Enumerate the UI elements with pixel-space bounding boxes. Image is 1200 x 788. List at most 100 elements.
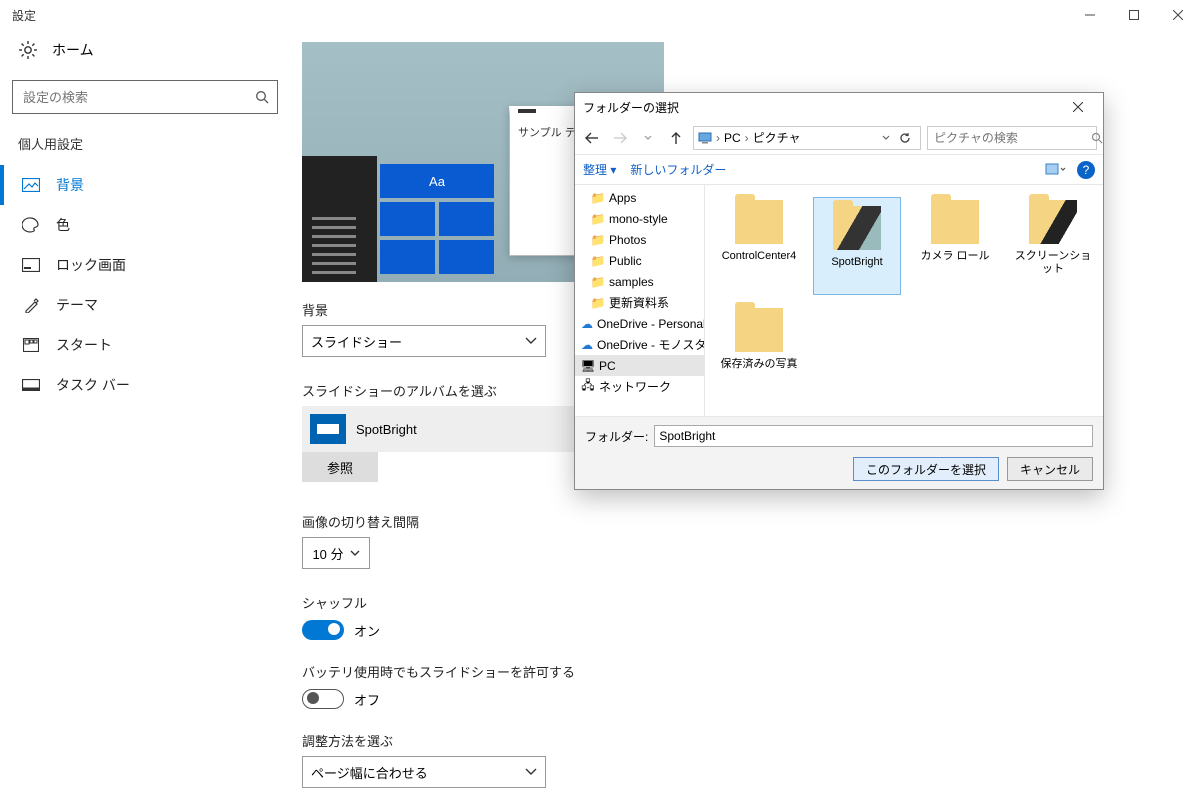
- sidebar-item-taskbar[interactable]: タスク バー: [0, 365, 290, 405]
- select-folder-button[interactable]: このフォルダーを選択: [853, 457, 999, 481]
- sidebar-item-label: スタート: [56, 335, 112, 355]
- home-button[interactable]: ホーム: [0, 30, 290, 74]
- folder-name-input[interactable]: [654, 425, 1093, 447]
- album-name: SpotBright: [356, 422, 417, 437]
- window-minimize-button[interactable]: [1068, 0, 1112, 30]
- battery-state: オフ: [354, 690, 380, 709]
- sidebar-item-background[interactable]: 背景: [0, 165, 290, 205]
- settings-search-box[interactable]: [12, 80, 278, 114]
- start-icon: [22, 336, 40, 354]
- tree-item[interactable]: 📁Public: [575, 250, 704, 271]
- nav-forward-button[interactable]: [609, 127, 631, 149]
- dialog-search-box[interactable]: [927, 126, 1097, 150]
- sidebar-item-themes[interactable]: テーマ: [0, 285, 290, 325]
- help-icon[interactable]: ?: [1077, 161, 1095, 179]
- breadcrumb-separator-icon: ›: [745, 131, 749, 145]
- folder-icon: 📁: [591, 254, 605, 268]
- window-maximize-button[interactable]: [1112, 0, 1156, 30]
- category-label: 個人用設定: [0, 128, 290, 165]
- folder-icon: 📁: [591, 212, 605, 226]
- folder-list[interactable]: ControlCenter4 SpotBright カメラ ロール スクリーンシ…: [705, 185, 1103, 416]
- refresh-icon[interactable]: [894, 132, 916, 144]
- nav-tree[interactable]: 📁Apps 📁mono-style 📁Photos 📁Public 📁sampl…: [575, 185, 705, 416]
- interval-select[interactable]: 10 分: [302, 537, 370, 569]
- sidebar-item-label: タスク バー: [56, 375, 130, 395]
- breadcrumb-separator-icon: ›: [716, 131, 720, 145]
- folder-item[interactable]: カメラ ロール: [911, 191, 999, 289]
- window-close-button[interactable]: [1156, 0, 1200, 30]
- fit-label: 調整方法を選ぶ: [302, 731, 1190, 750]
- nav-up-button[interactable]: [665, 127, 687, 149]
- pc-icon: 🖥: [581, 359, 595, 373]
- chevron-down-icon: [525, 337, 537, 345]
- sidebar-item-start[interactable]: スタート: [0, 325, 290, 365]
- folder-icon: 📁: [591, 191, 605, 205]
- folder-field-label: フォルダー:: [585, 428, 648, 445]
- shuffle-state: オン: [354, 621, 380, 640]
- preview-tile-large: Aa: [380, 164, 494, 198]
- tree-item[interactable]: 🖧ネットワーク: [575, 376, 704, 397]
- sidebar-item-lockscreen[interactable]: ロック画面: [0, 245, 290, 285]
- fit-select[interactable]: ページ幅に合わせる: [302, 756, 546, 788]
- battery-toggle[interactable]: [302, 689, 344, 709]
- chevron-down-icon: [350, 550, 360, 557]
- new-folder-button[interactable]: 新しいフォルダー: [630, 161, 726, 178]
- chevron-down-icon[interactable]: [882, 135, 890, 141]
- organize-menu[interactable]: 整理 ▾: [583, 161, 616, 178]
- taskbar-icon: [22, 376, 40, 394]
- picture-icon: [22, 176, 40, 194]
- folder-icon: 📁: [591, 296, 605, 310]
- tree-item[interactable]: 🖥PC: [575, 355, 704, 376]
- interval-label: 画像の切り替え間隔: [302, 512, 1190, 531]
- dialog-title: フォルダーの選択: [583, 99, 679, 116]
- onedrive-icon: ☁: [581, 317, 593, 331]
- browse-button[interactable]: 参照: [302, 452, 378, 482]
- lock-screen-icon: [22, 256, 40, 274]
- tree-item[interactable]: 📁Apps: [575, 187, 704, 208]
- palette-icon: [22, 216, 40, 234]
- view-options-button[interactable]: [1045, 163, 1067, 177]
- folder-icon: [827, 200, 887, 254]
- sidebar-item-label: 背景: [56, 175, 84, 195]
- breadcrumb-segment[interactable]: ピクチャ: [753, 129, 801, 146]
- folder-icon: 📁: [591, 233, 605, 247]
- nav-recent-dropdown[interactable]: [637, 127, 659, 149]
- breadcrumb-segment[interactable]: PC: [724, 131, 741, 145]
- battery-label: バッテリ使用時でもスライドショーを許可する: [302, 662, 1190, 681]
- tree-item[interactable]: 📁Photos: [575, 229, 704, 250]
- pc-icon: [698, 132, 712, 144]
- cancel-button[interactable]: キャンセル: [1007, 457, 1093, 481]
- dialog-search-input[interactable]: [932, 130, 1091, 146]
- sidebar-item-label: テーマ: [56, 295, 98, 315]
- folder-icon: 📁: [591, 275, 605, 289]
- folder-thumbnail-icon: [310, 414, 346, 444]
- nav-back-button[interactable]: [581, 127, 603, 149]
- settings-search-input[interactable]: [21, 89, 255, 106]
- sidebar-item-label: 色: [56, 215, 70, 235]
- sidebar-item-colors[interactable]: 色: [0, 205, 290, 245]
- dialog-close-button[interactable]: [1061, 95, 1095, 119]
- folder-item[interactable]: ControlCenter4: [715, 191, 803, 289]
- folder-icon: [729, 302, 789, 356]
- tree-item[interactable]: 📁samples: [575, 271, 704, 292]
- background-type-select[interactable]: スライドショー: [302, 325, 546, 357]
- folder-item[interactable]: 保存済みの写真: [715, 299, 803, 397]
- address-bar[interactable]: › PC › ピクチャ: [693, 126, 921, 150]
- gear-icon: [18, 40, 38, 60]
- home-label: ホーム: [52, 40, 94, 60]
- folder-picker-dialog: フォルダーの選択 › PC › ピクチャ 整理 ▾ 新しいフォルダー ?: [574, 92, 1104, 490]
- network-icon: 🖧: [581, 380, 595, 394]
- tree-item[interactable]: 📁mono-style: [575, 208, 704, 229]
- tree-item[interactable]: ☁OneDrive - Personal: [575, 313, 704, 334]
- tree-item[interactable]: ☁OneDrive - モノスタ: [575, 334, 704, 355]
- chevron-down-icon: [525, 768, 537, 776]
- folder-icon: [1023, 194, 1083, 248]
- folder-item[interactable]: SpotBright: [813, 197, 901, 295]
- folder-icon: [925, 194, 985, 248]
- shuffle-label: シャッフル: [302, 593, 1190, 612]
- onedrive-icon: ☁: [581, 338, 593, 352]
- search-icon: [255, 90, 269, 104]
- shuffle-toggle[interactable]: [302, 620, 344, 640]
- folder-item[interactable]: スクリーンショット: [1009, 191, 1097, 289]
- tree-item[interactable]: 📁更新資料系: [575, 292, 704, 313]
